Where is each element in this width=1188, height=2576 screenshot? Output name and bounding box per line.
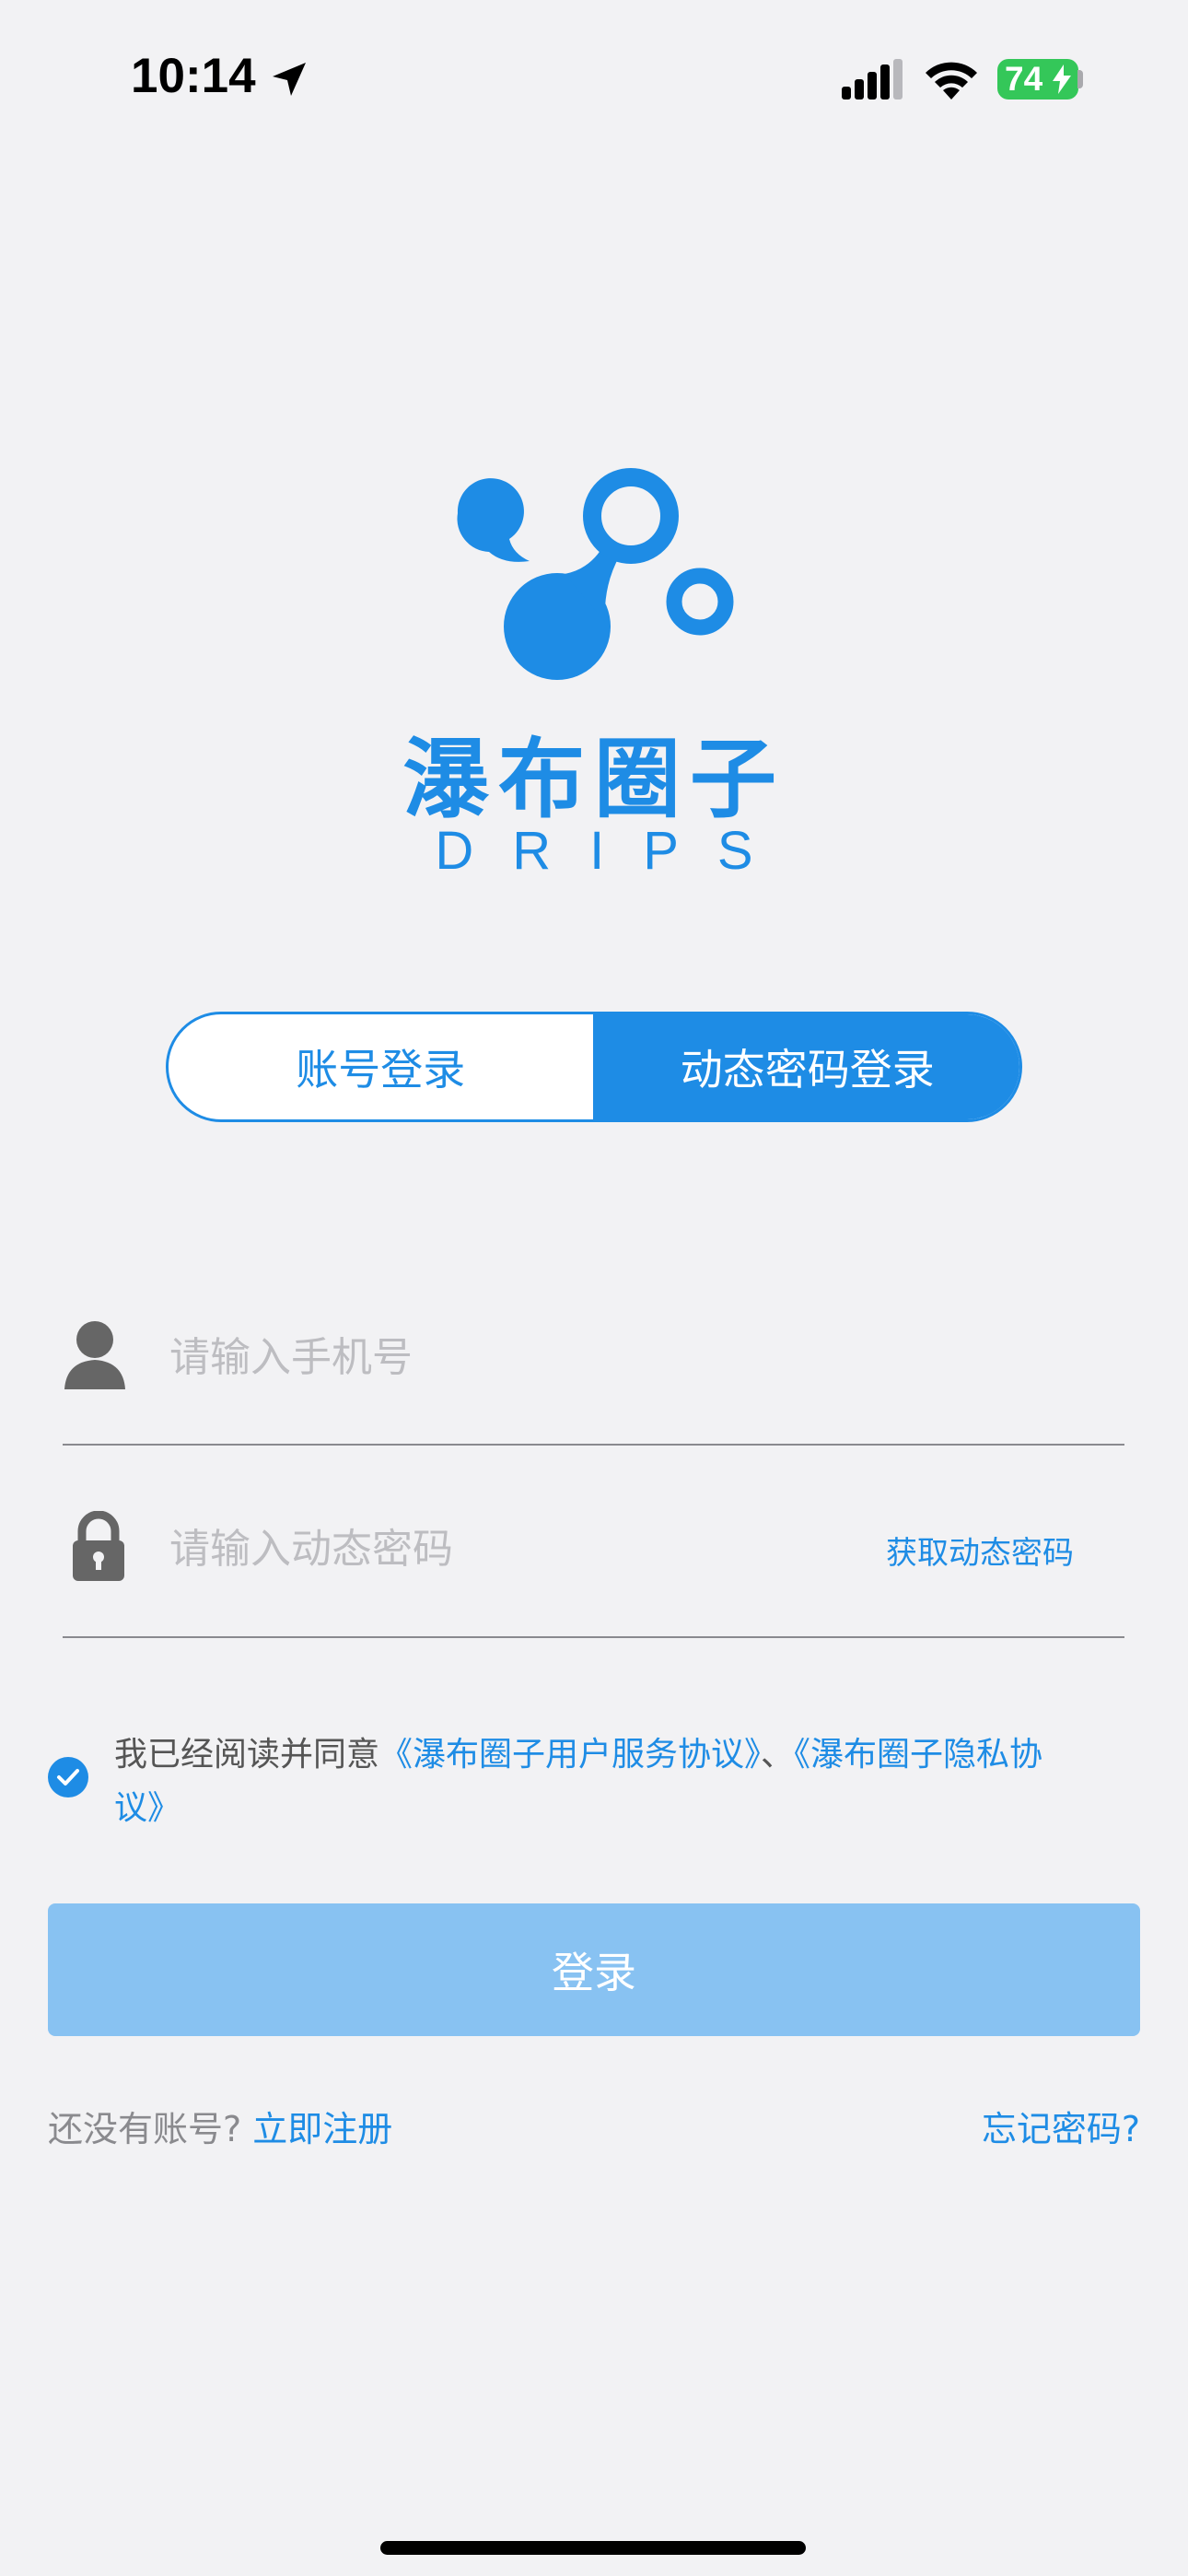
tab-account-login[interactable]: 账号登录 <box>169 1014 596 1119</box>
location-arrow-icon <box>273 63 306 96</box>
agreement-prefix: 我已经阅读并同意 <box>114 1736 380 1774</box>
agreement-text: 我已经阅读并同意《瀑布圈子用户服务协议》、《瀑布圈子隐私协议》 <box>114 1728 1090 1835</box>
forgot-password-link[interactable]: 忘记密码? <box>982 2101 1140 2151</box>
battery-cap <box>1077 70 1083 88</box>
status-time: 10:14 <box>131 49 256 103</box>
dynamic-password-input[interactable] <box>169 1516 851 1581</box>
home-indicator <box>380 2541 806 2555</box>
no-account-text: 还没有账号? <box>48 2109 242 2149</box>
drips-logo-icon <box>457 468 734 680</box>
battery-indicator: 74 <box>997 59 1078 100</box>
login-button[interactable]: 登录 <box>48 1903 1140 2036</box>
checkmark-icon <box>57 1769 79 1786</box>
code-divider <box>63 1636 1124 1638</box>
battery-charging-icon <box>1053 64 1071 94</box>
tab-dynamic-password-login[interactable]: 动态密码登录 <box>595 1014 1019 1119</box>
phone-divider <box>63 1444 1124 1446</box>
wifi-icon <box>926 62 977 100</box>
battery-level: 74 <box>1005 60 1043 98</box>
phone-input[interactable] <box>169 1325 998 1389</box>
app-name-cn: 瀑布圈子 <box>402 730 786 830</box>
app-name-en: DRIPS <box>435 821 792 881</box>
login-mode-tabs: 账号登录 动态密码登录 <box>166 1012 1022 1122</box>
cellular-signal-icon <box>842 59 903 100</box>
agreement-separator: 、 <box>761 1736 795 1774</box>
register-link[interactable]: 立即注册 <box>252 2109 392 2149</box>
lock-icon <box>73 1511 124 1581</box>
agreement-checkbox[interactable] <box>48 1757 88 1797</box>
user-icon <box>64 1321 125 1389</box>
terms-link[interactable]: 《瀑布圈子用户服务协议》 <box>379 1736 761 1774</box>
register-prompt: 还没有账号? 立即注册 <box>48 2101 392 2151</box>
get-dynamic-password-button[interactable]: 获取动态密码 <box>886 1528 1074 1573</box>
